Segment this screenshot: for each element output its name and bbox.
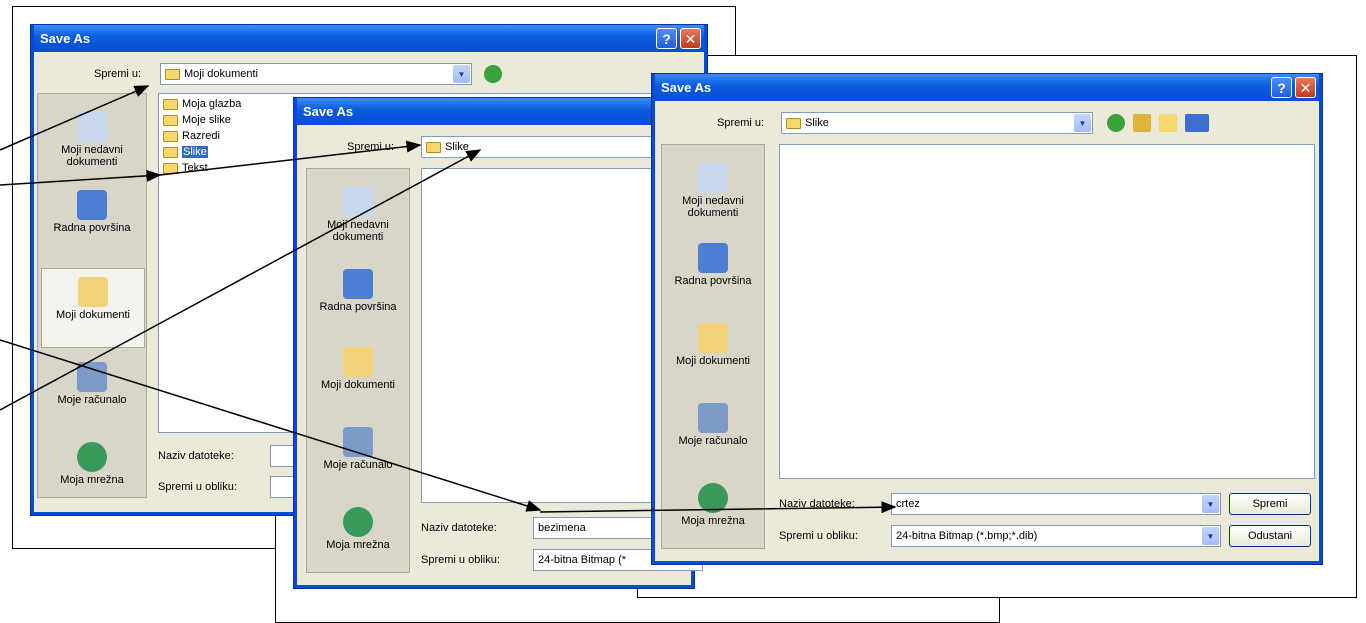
arrow-line bbox=[0, 85, 150, 151]
arrow-line bbox=[0, 339, 542, 512]
annotation-arrows bbox=[0, 85, 897, 514]
arrow-line bbox=[0, 169, 162, 186]
arrow-line bbox=[0, 149, 482, 411]
arrow-line bbox=[539, 501, 897, 514]
arrow-line bbox=[159, 140, 422, 176]
